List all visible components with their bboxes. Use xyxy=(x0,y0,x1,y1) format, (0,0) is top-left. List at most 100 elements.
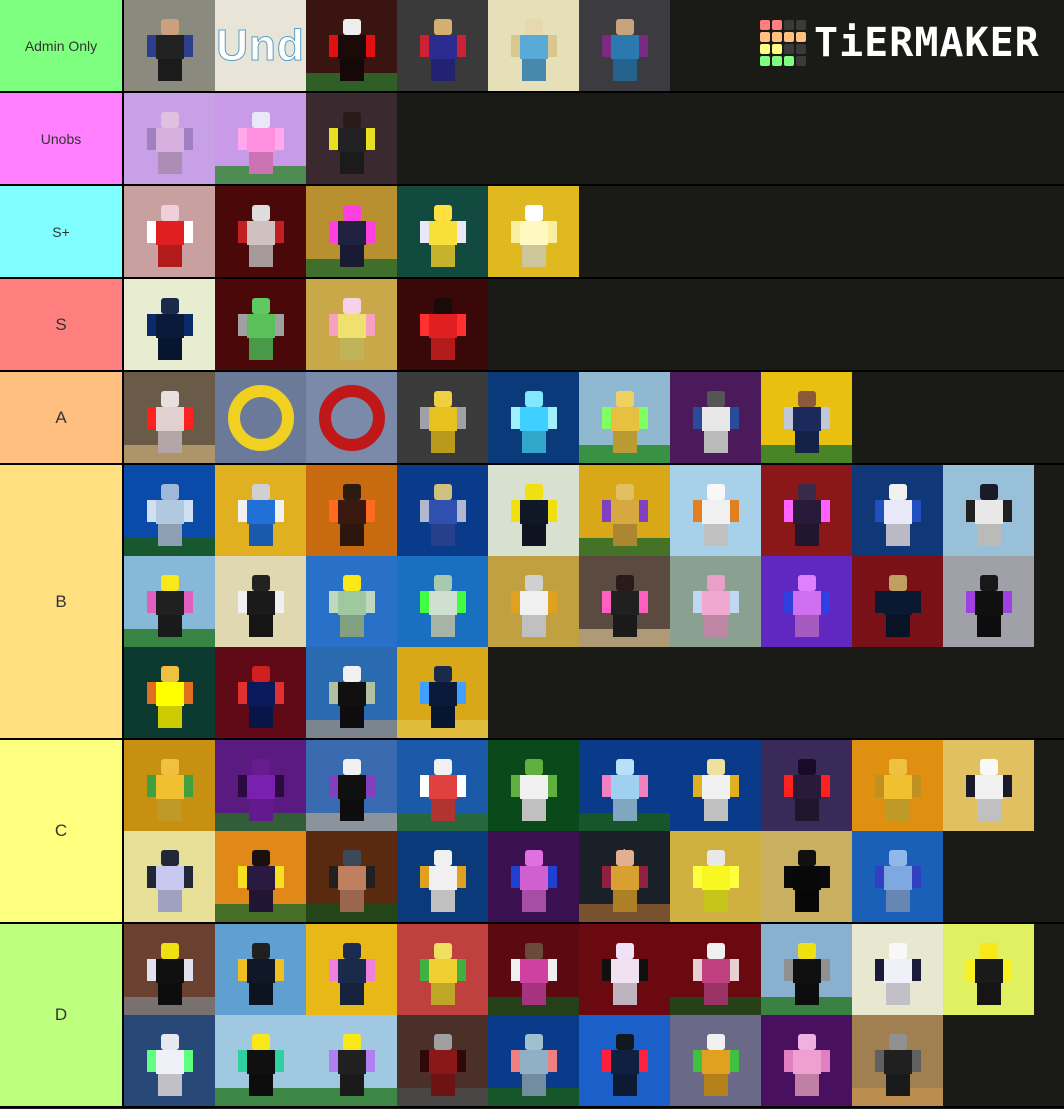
tier-item-image[interactable] xyxy=(215,831,306,922)
tier-item-image[interactable] xyxy=(670,831,761,922)
tier-item-image[interactable] xyxy=(579,740,670,831)
tier-item-image[interactable] xyxy=(124,556,215,647)
tier-item-image[interactable] xyxy=(306,1015,397,1106)
figure-head xyxy=(251,759,270,775)
tier-item-image[interactable] xyxy=(397,279,488,370)
tier-item-image[interactable] xyxy=(124,279,215,370)
tier-item-image[interactable] xyxy=(306,924,397,1015)
tier-item-image[interactable] xyxy=(397,740,488,831)
tier-item-image[interactable] xyxy=(215,1015,306,1106)
tier-item-image[interactable] xyxy=(943,924,1034,1015)
tier-item-image[interactable] xyxy=(761,556,852,647)
tier-item-image[interactable] xyxy=(124,740,215,831)
tier-item-image[interactable] xyxy=(488,556,579,647)
tier-item-image[interactable] xyxy=(124,465,215,556)
tier-item-image[interactable] xyxy=(215,556,306,647)
tier-item-image[interactable] xyxy=(488,465,579,556)
figure-head xyxy=(615,759,634,775)
tier-item-image[interactable] xyxy=(215,279,306,370)
tier-item-image[interactable] xyxy=(397,924,488,1015)
tier-item-image[interactable] xyxy=(761,465,852,556)
tier-item-image[interactable] xyxy=(852,740,943,831)
tier-item-image[interactable] xyxy=(397,647,488,738)
tier-item-image[interactable] xyxy=(488,924,579,1015)
tier-item-image[interactable] xyxy=(397,0,488,91)
tier-item-image[interactable] xyxy=(761,1015,852,1106)
tier-item-image[interactable] xyxy=(124,831,215,922)
tier-item-image[interactable] xyxy=(761,372,852,463)
tier-label[interactable]: C xyxy=(0,740,124,922)
tier-item-image[interactable] xyxy=(761,831,852,922)
tier-item-image[interactable] xyxy=(306,0,397,91)
tier-item-image[interactable] xyxy=(397,372,488,463)
tier-item-image[interactable] xyxy=(943,556,1034,647)
tier-label[interactable]: S+ xyxy=(0,186,124,277)
tier-item-image[interactable] xyxy=(306,556,397,647)
tier-item-image[interactable] xyxy=(761,924,852,1015)
tier-item-image[interactable] xyxy=(397,186,488,277)
tier-item-image[interactable] xyxy=(306,740,397,831)
tier-item-image[interactable] xyxy=(579,556,670,647)
tier-item-image[interactable] xyxy=(579,465,670,556)
tier-item-image[interactable] xyxy=(579,924,670,1015)
tier-item-image[interactable] xyxy=(488,1015,579,1106)
tier-item-image[interactable] xyxy=(670,740,761,831)
tier-label[interactable]: Unobs xyxy=(0,93,124,184)
tier-item-image[interactable] xyxy=(670,465,761,556)
tier-row: D xyxy=(0,924,1064,1108)
tier-item-image[interactable] xyxy=(852,1015,943,1106)
tier-item-image[interactable] xyxy=(124,186,215,277)
tier-item-image[interactable] xyxy=(306,465,397,556)
tier-label[interactable]: S xyxy=(0,279,124,370)
tier-item-image[interactable] xyxy=(306,372,397,463)
tier-item-image[interactable] xyxy=(761,740,852,831)
tier-item-image[interactable] xyxy=(579,1015,670,1106)
tier-item-image[interactable] xyxy=(124,0,215,91)
tier-item-image[interactable] xyxy=(397,556,488,647)
tier-item-image[interactable]: ok. xyxy=(579,831,670,922)
tier-item-image[interactable] xyxy=(943,740,1034,831)
tier-item-image[interactable] xyxy=(852,465,943,556)
tier-item-image[interactable] xyxy=(397,1015,488,1106)
tier-item-image[interactable] xyxy=(306,279,397,370)
tier-item-image[interactable] xyxy=(215,647,306,738)
tier-item-image[interactable]: Und xyxy=(215,0,306,91)
tier-item-image[interactable] xyxy=(579,372,670,463)
tier-item-image[interactable] xyxy=(488,740,579,831)
tier-item-image[interactable] xyxy=(852,556,943,647)
tier-item-image[interactable] xyxy=(306,831,397,922)
tier-item-image[interactable] xyxy=(215,740,306,831)
tier-item-image[interactable] xyxy=(124,647,215,738)
tier-item-image[interactable] xyxy=(397,465,488,556)
tier-item-image[interactable] xyxy=(488,831,579,922)
tier-item-image[interactable] xyxy=(579,0,670,91)
tier-item-image[interactable] xyxy=(124,93,215,184)
tier-item-image[interactable] xyxy=(124,924,215,1015)
tier-item-image[interactable] xyxy=(306,93,397,184)
tier-item-image[interactable] xyxy=(215,186,306,277)
tier-label[interactable]: B xyxy=(0,465,124,738)
tier-item-image[interactable] xyxy=(852,831,943,922)
tier-item-image[interactable] xyxy=(215,372,306,463)
figure-arm-r xyxy=(637,407,648,429)
tier-item-image[interactable] xyxy=(943,465,1034,556)
tier-label[interactable]: A xyxy=(0,372,124,463)
tier-item-image[interactable] xyxy=(488,372,579,463)
tier-item-image[interactable] xyxy=(852,924,943,1015)
tier-label[interactable]: Admin Only xyxy=(0,0,124,91)
tier-label[interactable]: D xyxy=(0,924,124,1106)
tier-item-image[interactable] xyxy=(215,465,306,556)
tier-item-image[interactable] xyxy=(488,0,579,91)
tier-item-image[interactable] xyxy=(397,831,488,922)
tier-item-image[interactable] xyxy=(488,186,579,277)
tier-item-image[interactable] xyxy=(124,1015,215,1106)
tier-item-image[interactable] xyxy=(670,372,761,463)
tier-item-image[interactable] xyxy=(215,93,306,184)
tier-item-image[interactable] xyxy=(670,924,761,1015)
tier-item-image[interactable] xyxy=(124,372,215,463)
tier-item-image[interactable] xyxy=(306,647,397,738)
tier-item-image[interactable] xyxy=(670,1015,761,1106)
tier-item-image[interactable] xyxy=(670,556,761,647)
tier-item-image[interactable] xyxy=(215,924,306,1015)
tier-item-image[interactable] xyxy=(306,186,397,277)
